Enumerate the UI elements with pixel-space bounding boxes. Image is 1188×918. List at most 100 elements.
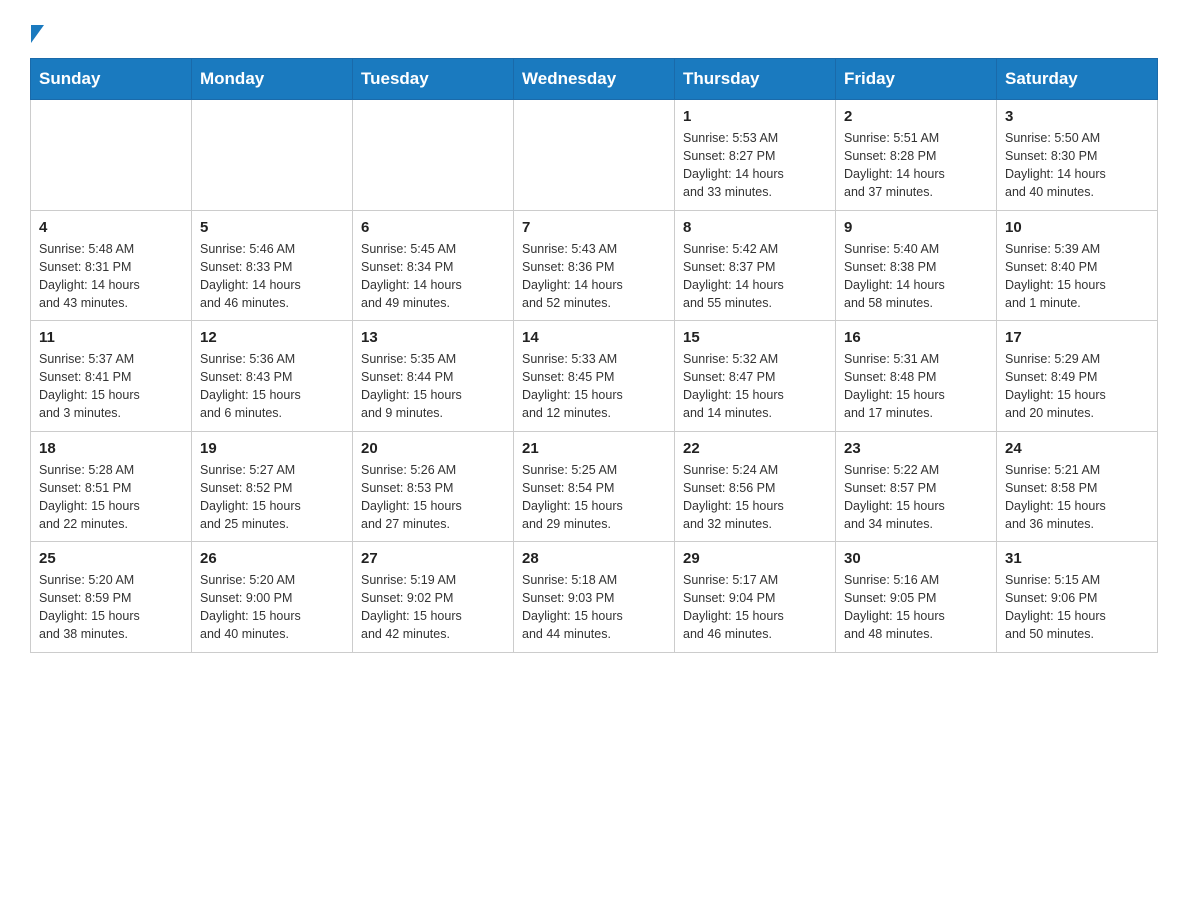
day-number: 15 <box>683 329 827 346</box>
calendar-cell: 11Sunrise: 5:37 AM Sunset: 8:41 PM Dayli… <box>31 321 192 432</box>
day-number: 16 <box>844 329 988 346</box>
day-number: 2 <box>844 108 988 125</box>
day-number: 4 <box>39 219 183 236</box>
day-info: Sunrise: 5:25 AM Sunset: 8:54 PM Dayligh… <box>522 461 666 534</box>
calendar-cell: 30 Sunrise: 5:16 AM Sunset: 9:05 PM Dayli… <box>836 542 997 653</box>
calendar-cell: 31 Sunrise: 5:15 AM Sunset: 9:06 PM Dayli… <box>997 542 1158 653</box>
calendar-cell <box>192 100 353 211</box>
day-number: 6 <box>361 219 505 236</box>
calendar-cell: 22Sunrise: 5:24 AM Sunset: 8:56 PM Dayli… <box>675 431 836 542</box>
weekday-header-row: SundayMondayTuesdayWednesdayThursdayFrid… <box>31 59 1158 100</box>
day-number: 5 <box>200 219 344 236</box>
calendar-week-1: 1Sunrise: 5:53 AM Sunset: 8:27 PM Daylig… <box>31 100 1158 211</box>
day-number: 29 <box>683 550 827 567</box>
calendar-cell: 5 Sunrise: 5:46 AM Sunset: 8:33 PM Daylig… <box>192 210 353 321</box>
day-info: Sunrise: 5:42 AM Sunset: 8:37 PM Dayligh… <box>683 240 827 313</box>
calendar-cell: 29 Sunrise: 5:17 AM Sunset: 9:04 PM Dayli… <box>675 542 836 653</box>
calendar-cell: 3Sunrise: 5:50 AM Sunset: 8:30 PM Daylig… <box>997 100 1158 211</box>
day-number: 19 <box>200 440 344 457</box>
calendar-cell: 15Sunrise: 5:32 AM Sunset: 8:47 PM Dayli… <box>675 321 836 432</box>
logo <box>30 20 45 38</box>
day-info: Sunrise: 5:15 AM Sunset: 9:06 PM Dayligh… <box>1005 571 1149 644</box>
weekday-header-monday: Monday <box>192 59 353 100</box>
day-info: Sunrise: 5:16 AM Sunset: 9:05 PM Dayligh… <box>844 571 988 644</box>
day-info: Sunrise: 5:19 AM Sunset: 9:02 PM Dayligh… <box>361 571 505 644</box>
page-header <box>30 20 1158 38</box>
calendar-table: SundayMondayTuesdayWednesdayThursdayFrid… <box>30 58 1158 653</box>
day-number: 10 <box>1005 219 1149 236</box>
calendar-week-4: 18 Sunrise: 5:28 AM Sunset: 8:51 PM Dayli… <box>31 431 1158 542</box>
day-number: 18 <box>39 440 183 457</box>
calendar-week-2: 4 Sunrise: 5:48 AM Sunset: 8:31 PM Daylig… <box>31 210 1158 321</box>
day-info: Sunrise: 5:45 AM Sunset: 8:34 PM Dayligh… <box>361 240 505 313</box>
weekday-header-sunday: Sunday <box>31 59 192 100</box>
calendar-cell <box>31 100 192 211</box>
weekday-header-tuesday: Tuesday <box>353 59 514 100</box>
calendar-cell: 26 Sunrise: 5:20 AM Sunset: 9:00 PM Dayli… <box>192 542 353 653</box>
weekday-header-thursday: Thursday <box>675 59 836 100</box>
calendar-cell: 21Sunrise: 5:25 AM Sunset: 8:54 PM Dayli… <box>514 431 675 542</box>
day-number: 13 <box>361 329 505 346</box>
day-number: 27 <box>361 550 505 567</box>
calendar-cell: 20Sunrise: 5:26 AM Sunset: 8:53 PM Dayli… <box>353 431 514 542</box>
day-info: Sunrise: 5:50 AM Sunset: 8:30 PM Dayligh… <box>1005 129 1149 202</box>
day-info: Sunrise: 5:28 AM Sunset: 8:51 PM Dayligh… <box>39 461 183 534</box>
day-number: 23 <box>844 440 988 457</box>
day-info: Sunrise: 5:37 AM Sunset: 8:41 PM Dayligh… <box>39 350 183 423</box>
day-number: 12 <box>200 329 344 346</box>
calendar-cell: 7 Sunrise: 5:43 AM Sunset: 8:36 PM Daylig… <box>514 210 675 321</box>
calendar-week-3: 11Sunrise: 5:37 AM Sunset: 8:41 PM Dayli… <box>31 321 1158 432</box>
calendar-cell: 17Sunrise: 5:29 AM Sunset: 8:49 PM Dayli… <box>997 321 1158 432</box>
day-number: 31 <box>1005 550 1149 567</box>
day-info: Sunrise: 5:26 AM Sunset: 8:53 PM Dayligh… <box>361 461 505 534</box>
calendar-cell: 19 Sunrise: 5:27 AM Sunset: 8:52 PM Dayli… <box>192 431 353 542</box>
day-info: Sunrise: 5:29 AM Sunset: 8:49 PM Dayligh… <box>1005 350 1149 423</box>
day-info: Sunrise: 5:20 AM Sunset: 8:59 PM Dayligh… <box>39 571 183 644</box>
day-info: Sunrise: 5:31 AM Sunset: 8:48 PM Dayligh… <box>844 350 988 423</box>
day-info: Sunrise: 5:43 AM Sunset: 8:36 PM Dayligh… <box>522 240 666 313</box>
calendar-cell: 13 Sunrise: 5:35 AM Sunset: 8:44 PM Dayli… <box>353 321 514 432</box>
calendar-cell: 6 Sunrise: 5:45 AM Sunset: 8:34 PM Daylig… <box>353 210 514 321</box>
day-info: Sunrise: 5:33 AM Sunset: 8:45 PM Dayligh… <box>522 350 666 423</box>
calendar-cell: 2 Sunrise: 5:51 AM Sunset: 8:28 PM Daylig… <box>836 100 997 211</box>
calendar-cell: 1Sunrise: 5:53 AM Sunset: 8:27 PM Daylig… <box>675 100 836 211</box>
day-info: Sunrise: 5:51 AM Sunset: 8:28 PM Dayligh… <box>844 129 988 202</box>
day-info: Sunrise: 5:18 AM Sunset: 9:03 PM Dayligh… <box>522 571 666 644</box>
calendar-cell: 8 Sunrise: 5:42 AM Sunset: 8:37 PM Daylig… <box>675 210 836 321</box>
day-number: 25 <box>39 550 183 567</box>
day-info: Sunrise: 5:20 AM Sunset: 9:00 PM Dayligh… <box>200 571 344 644</box>
day-number: 24 <box>1005 440 1149 457</box>
calendar-cell: 16 Sunrise: 5:31 AM Sunset: 8:48 PM Dayli… <box>836 321 997 432</box>
calendar-cell <box>514 100 675 211</box>
day-info: Sunrise: 5:39 AM Sunset: 8:40 PM Dayligh… <box>1005 240 1149 313</box>
calendar-week-5: 25 Sunrise: 5:20 AM Sunset: 8:59 PM Dayli… <box>31 542 1158 653</box>
calendar-cell: 12 Sunrise: 5:36 AM Sunset: 8:43 PM Dayli… <box>192 321 353 432</box>
day-number: 14 <box>522 329 666 346</box>
calendar-cell: 23 Sunrise: 5:22 AM Sunset: 8:57 PM Dayli… <box>836 431 997 542</box>
day-number: 7 <box>522 219 666 236</box>
calendar-cell: 4 Sunrise: 5:48 AM Sunset: 8:31 PM Daylig… <box>31 210 192 321</box>
calendar-cell: 25 Sunrise: 5:20 AM Sunset: 8:59 PM Dayli… <box>31 542 192 653</box>
day-info: Sunrise: 5:22 AM Sunset: 8:57 PM Dayligh… <box>844 461 988 534</box>
day-info: Sunrise: 5:35 AM Sunset: 8:44 PM Dayligh… <box>361 350 505 423</box>
weekday-header-friday: Friday <box>836 59 997 100</box>
day-number: 1 <box>683 108 827 125</box>
day-info: Sunrise: 5:46 AM Sunset: 8:33 PM Dayligh… <box>200 240 344 313</box>
day-info: Sunrise: 5:27 AM Sunset: 8:52 PM Dayligh… <box>200 461 344 534</box>
weekday-header-wednesday: Wednesday <box>514 59 675 100</box>
day-number: 9 <box>844 219 988 236</box>
day-number: 8 <box>683 219 827 236</box>
calendar-cell: 24 Sunrise: 5:21 AM Sunset: 8:58 PM Dayli… <box>997 431 1158 542</box>
calendar-cell <box>353 100 514 211</box>
logo-triangle-icon <box>31 25 44 43</box>
day-info: Sunrise: 5:36 AM Sunset: 8:43 PM Dayligh… <box>200 350 344 423</box>
day-info: Sunrise: 5:21 AM Sunset: 8:58 PM Dayligh… <box>1005 461 1149 534</box>
day-info: Sunrise: 5:48 AM Sunset: 8:31 PM Dayligh… <box>39 240 183 313</box>
day-info: Sunrise: 5:24 AM Sunset: 8:56 PM Dayligh… <box>683 461 827 534</box>
calendar-cell: 10 Sunrise: 5:39 AM Sunset: 8:40 PM Dayli… <box>997 210 1158 321</box>
calendar-cell: 18 Sunrise: 5:28 AM Sunset: 8:51 PM Dayli… <box>31 431 192 542</box>
calendar-cell: 27 Sunrise: 5:19 AM Sunset: 9:02 PM Dayli… <box>353 542 514 653</box>
day-info: Sunrise: 5:17 AM Sunset: 9:04 PM Dayligh… <box>683 571 827 644</box>
day-number: 26 <box>200 550 344 567</box>
day-number: 30 <box>844 550 988 567</box>
